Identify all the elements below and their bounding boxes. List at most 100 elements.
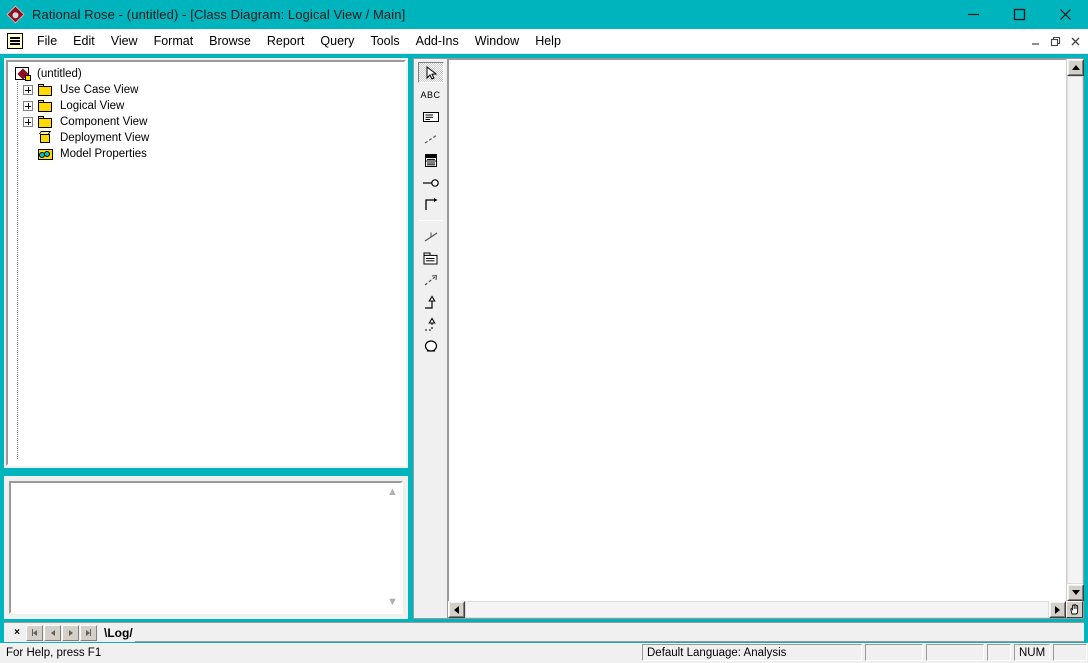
mdi-restore-icon: [1050, 36, 1060, 47]
previous-tab-button[interactable]: [44, 624, 61, 641]
tool-unidirectional-association-tool[interactable]: [418, 194, 444, 215]
horizontal-scroll-trough[interactable]: [465, 601, 1049, 618]
minimize-icon: [967, 13, 979, 16]
mdi-restore-button[interactable]: [1046, 33, 1064, 51]
tree-item-use-case-view[interactable]: Use Case View: [10, 82, 402, 98]
status-message: For Help, press F1: [6, 646, 102, 659]
maximize-icon: [1013, 8, 1025, 21]
mdi-window-controls: [1026, 29, 1084, 54]
horizontal-scrollbar[interactable]: [448, 601, 1083, 618]
tool-dependency-tool[interactable]: [418, 270, 444, 291]
ellipse-icon: [423, 339, 439, 354]
document-icon[interactable]: [7, 33, 23, 49]
scroll-down-arrow: [1071, 590, 1080, 595]
arrow-pointer-icon: [423, 65, 439, 81]
mdi-minimize-button[interactable]: [1026, 33, 1044, 51]
tool-generalization-tool[interactable]: [418, 292, 444, 313]
folder-icon: [37, 83, 54, 97]
expand-plus-icon[interactable]: [23, 101, 33, 111]
tree-item-label: (untitled): [37, 68, 82, 80]
first-tab-button[interactable]: [26, 624, 43, 641]
tab-log-label: Log: [107, 625, 130, 640]
chevron-up-icon[interactable]: ▲: [387, 487, 398, 498]
tool-state-tool[interactable]: [418, 336, 444, 357]
chevron-down-icon[interactable]: ▼: [387, 597, 398, 608]
right-angle-arrow-icon: [423, 197, 439, 212]
status-cell-4: [987, 644, 1011, 661]
folder-icon: [37, 99, 54, 113]
documentation-scrollbar[interactable]: ▲ ▼: [384, 483, 401, 612]
horizontal-splitter[interactable]: [4, 468, 408, 476]
scroll-down-button[interactable]: [1067, 584, 1084, 601]
documentation-window[interactable]: ▲ ▼: [9, 481, 403, 614]
scroll-up-button[interactable]: [1067, 59, 1084, 76]
menu-item-add-ins[interactable]: Add-Ins: [408, 31, 467, 51]
plain-line-icon: [422, 230, 440, 244]
tree-item-deployment-view[interactable]: Deployment View: [10, 130, 402, 146]
menu-item-file[interactable]: File: [29, 31, 65, 51]
rational-rose-diamond-icon: [6, 4, 25, 24]
num-lock-cell: NUM: [1014, 644, 1050, 661]
tool-association-tool[interactable]: [418, 226, 444, 247]
tool-class-tool[interactable]: [418, 150, 444, 171]
menu-item-window[interactable]: Window: [467, 31, 527, 51]
menu-item-edit[interactable]: Edit: [65, 31, 103, 51]
realize-dashed-triangle-icon: [422, 317, 439, 332]
canvas-row: [448, 59, 1084, 601]
tool-text-tool[interactable]: ABC: [418, 84, 444, 105]
previous-icon: [50, 629, 55, 636]
model-browser-tree[interactable]: (untitled) Use Case View Logical View Compo…: [6, 60, 406, 466]
menu-item-report[interactable]: Report: [259, 31, 313, 51]
toolbox-separator: [418, 220, 443, 221]
menu-item-query[interactable]: Query: [312, 31, 362, 51]
minimize-button[interactable]: [950, 0, 996, 29]
tool-interface-tool[interactable]: [418, 172, 444, 193]
package-folder-icon: [422, 251, 439, 266]
vertical-scrollbar[interactable]: [1066, 59, 1084, 601]
expand-plus-icon[interactable]: [23, 117, 33, 127]
status-bar: For Help, press F1 Default Language: Ana…: [0, 643, 1088, 663]
left-column: (untitled) Use Case View Logical View Compo…: [4, 58, 408, 619]
next-tab-button[interactable]: [62, 624, 79, 641]
tree-item-model-properties[interactable]: Model Properties: [10, 146, 402, 162]
scroll-left-button[interactable]: [448, 601, 465, 618]
close-button[interactable]: [1042, 0, 1088, 29]
tool-selection-tool[interactable]: [417, 62, 444, 83]
menu-item-tools[interactable]: Tools: [362, 31, 407, 51]
tree-item-untitled[interactable]: (untitled): [10, 66, 402, 82]
last-tab-button[interactable]: [80, 624, 97, 641]
tree-item-label: Deployment View: [60, 132, 150, 144]
close-log-button[interactable]: ×: [10, 625, 24, 641]
generalization-triangle-icon: [422, 295, 439, 310]
hand-cursor-icon[interactable]: [1066, 601, 1083, 618]
tool-note-tool[interactable]: [418, 106, 444, 127]
tool-realize-tool[interactable]: [418, 314, 444, 335]
tree-item-logical-view[interactable]: Logical View: [10, 98, 402, 114]
default-language-cell: Default Language: Analysis: [642, 644, 862, 661]
class-diagram-canvas[interactable]: [448, 59, 1066, 601]
mdi-close-button[interactable]: [1066, 33, 1084, 51]
menu-item-view[interactable]: View: [103, 31, 146, 51]
menu-item-browse[interactable]: Browse: [201, 31, 259, 51]
documentation-panel: ▲ ▼: [4, 476, 408, 619]
canvas-wrapper: [448, 59, 1084, 618]
scroll-left-arrow: [454, 605, 459, 614]
browser-panel: (untitled) Use Case View Logical View Compo…: [4, 58, 408, 468]
window-controls: [950, 0, 1088, 29]
documentation-text[interactable]: [11, 483, 384, 612]
tool-package-tool[interactable]: [418, 248, 444, 269]
tab-log[interactable]: \ Log /: [102, 626, 135, 640]
tree-item-label: Model Properties: [60, 148, 147, 160]
tree-item-component-view[interactable]: Component View: [10, 114, 402, 130]
tree-item-label: Logical View: [60, 100, 125, 112]
tool-anchor-note-tool[interactable]: [418, 128, 444, 149]
vertical-scroll-trough[interactable]: [1067, 76, 1083, 584]
menu-item-help[interactable]: Help: [527, 31, 569, 51]
menu-item-format[interactable]: Format: [146, 31, 202, 51]
expand-plus-icon[interactable]: [23, 85, 33, 95]
scroll-right-button[interactable]: [1049, 601, 1066, 618]
maximize-button[interactable]: [996, 0, 1042, 29]
rational-rose-window: Rational Rose - (untitled) - [Class Diag…: [0, 0, 1088, 663]
